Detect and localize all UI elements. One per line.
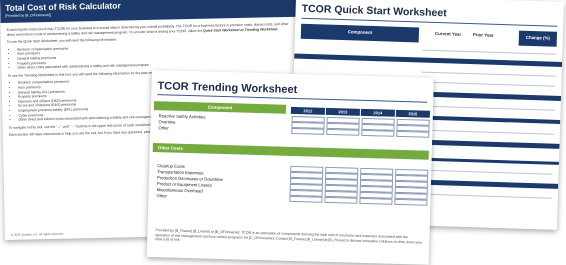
- section-band: [294, 53, 563, 67]
- grid-line: [418, 169, 553, 175]
- row-label: Other: [156, 193, 168, 199]
- tcor-trending-page: TCOR Trending Worksheet Component 2012 2…: [146, 70, 434, 265]
- grid-line: [420, 105, 555, 111]
- year-header-2015: 2015: [395, 109, 430, 118]
- table-cell[interactable]: [291, 127, 325, 135]
- prior-year-header: Prior Year: [472, 32, 494, 38]
- table-cell[interactable]: [361, 129, 395, 137]
- change-header: Change (%): [518, 30, 558, 47]
- year-header-2012: 2012: [290, 106, 326, 115]
- table-cell[interactable]: [359, 197, 393, 205]
- grid-line: [421, 81, 556, 87]
- trending-title: TCOR Trending Worksheet: [157, 80, 298, 97]
- grid-line: [417, 193, 552, 199]
- row-label: Cleanup Costs: [157, 163, 185, 169]
- table-cell[interactable]: [396, 130, 430, 138]
- grid-line: [419, 129, 554, 135]
- component-header: Component: [300, 23, 420, 43]
- year-header-2013: 2013: [325, 107, 360, 116]
- table-cell[interactable]: [289, 195, 323, 203]
- grid-line: [422, 49, 557, 55]
- table-cell[interactable]: [326, 128, 360, 136]
- quick-start-header-row: Component Current Year Prior Year Change…: [295, 23, 563, 47]
- grid-line: [421, 71, 556, 77]
- intro-tools: Quick Start Worksheet or Trending Worksh…: [203, 26, 279, 33]
- component-header: Component: [153, 101, 287, 114]
- year-header-2014: 2014: [360, 108, 395, 117]
- row-label: Other: [158, 125, 169, 131]
- copyright-footer: © 2021 Zywave, Inc. All rights reserved.: [10, 231, 64, 237]
- row-label: Overtime: [158, 119, 176, 125]
- other-costs-header: Other Costs: [152, 143, 429, 160]
- provider-note: Provided by [B_Fname] [B_Lname] at [B_OF…: [155, 228, 423, 245]
- quick-start-list: Workers' compensation premiums Auto prem…: [17, 42, 295, 71]
- current-year-header: Current Year: [434, 30, 462, 37]
- table-cell[interactable]: [324, 196, 358, 204]
- table-cell[interactable]: [394, 198, 428, 206]
